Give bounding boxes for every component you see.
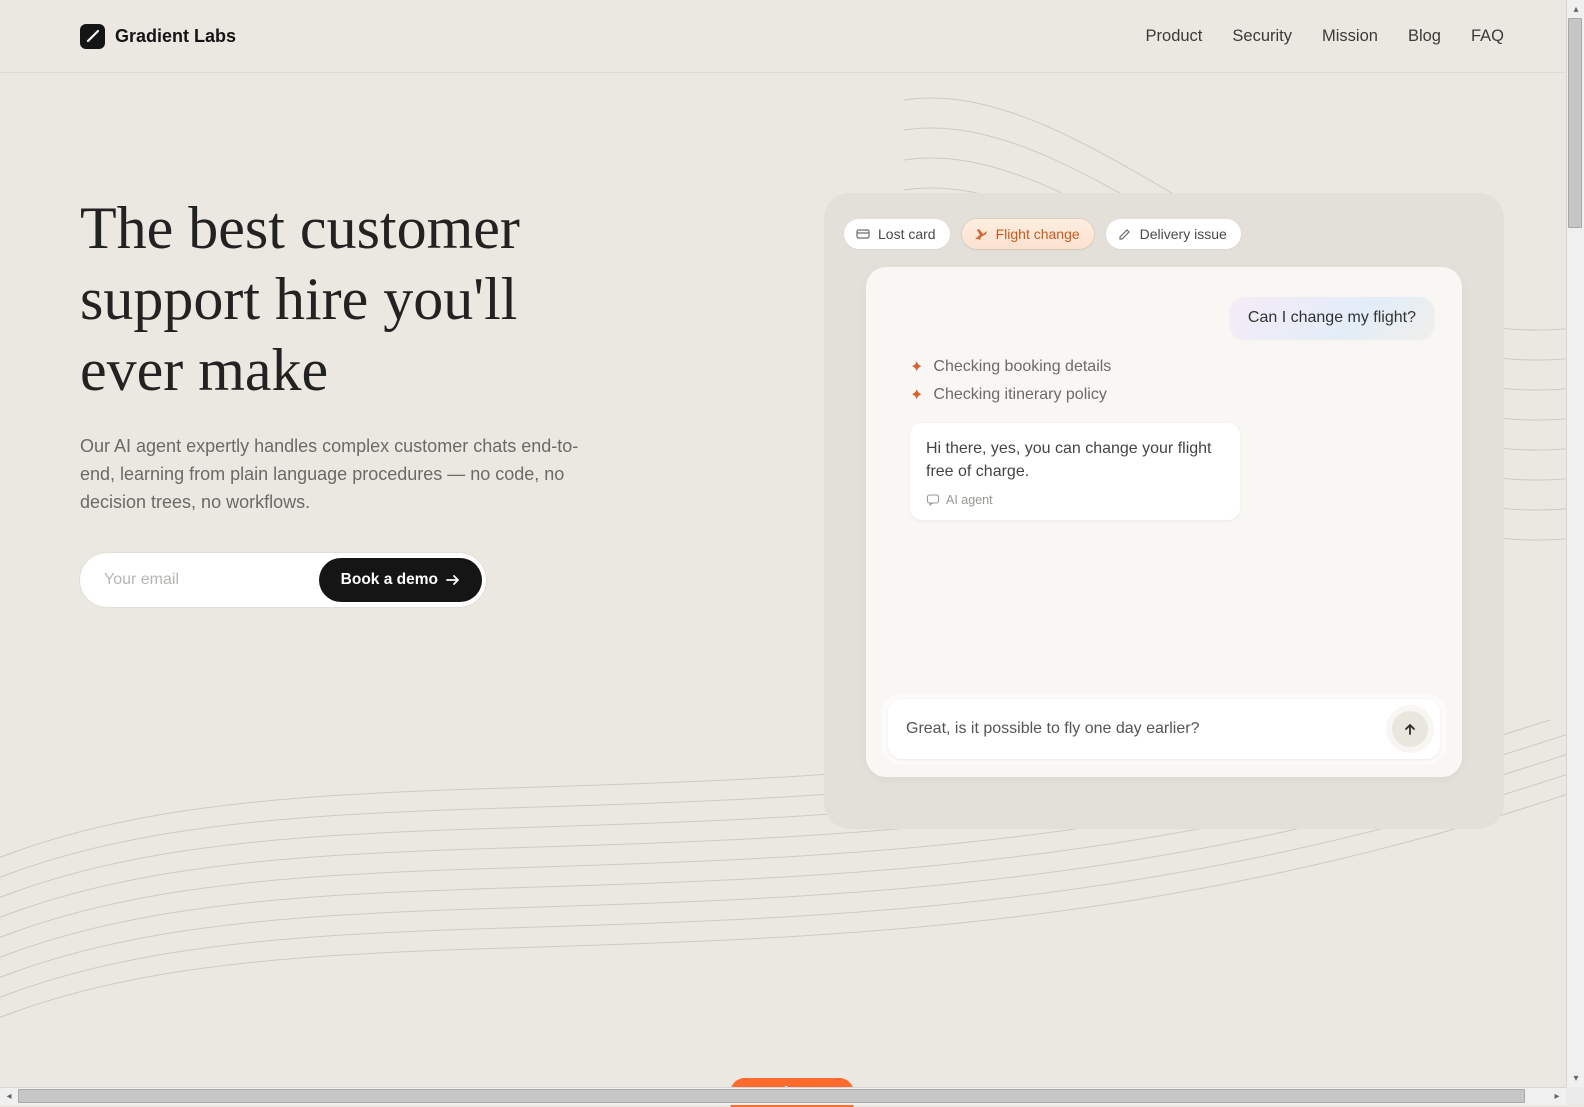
chip-delivery-issue[interactable]: Delivery issue <box>1106 219 1241 249</box>
scroll-left-arrow-icon[interactable]: ◂ <box>0 1088 18 1106</box>
status-checking-2-label: Checking itinerary policy <box>933 386 1106 404</box>
hero-title: The best customer support hire you'll ev… <box>80 193 700 405</box>
agent-message: Hi there, yes, you can change your fligh… <box>910 423 1240 520</box>
plane-icon <box>974 227 988 241</box>
nav-blog[interactable]: Blog <box>1408 27 1441 46</box>
chip-delivery-issue-label: Delivery issue <box>1140 226 1227 242</box>
arrow-right-icon <box>446 574 460 586</box>
logo-icon <box>80 24 105 49</box>
send-button[interactable] <box>1392 711 1428 747</box>
email-capture: Book a demo <box>80 553 486 607</box>
sparkle-icon: ✦ <box>910 357 923 377</box>
brand[interactable]: Gradient Labs <box>80 24 236 49</box>
chip-lost-card[interactable]: Lost card <box>844 219 950 249</box>
brand-name: Gradient Labs <box>115 26 236 47</box>
chip-flight-change-label: Flight change <box>996 226 1080 242</box>
scroll-down-arrow-icon[interactable]: ▾ <box>1567 1069 1584 1087</box>
agent-message-text: Hi there, yes, you can change your fligh… <box>926 440 1212 480</box>
pen-icon <box>1118 227 1132 241</box>
hero-subtitle: Our AI agent expertly handles complex cu… <box>80 433 590 517</box>
nav-product[interactable]: Product <box>1146 27 1203 46</box>
hero-title-line2: support hire you'll <box>80 266 517 332</box>
user-message: Can I change my flight? <box>1230 297 1434 339</box>
horizontal-scroll-thumb[interactable] <box>18 1089 1525 1103</box>
nav-faq[interactable]: FAQ <box>1471 27 1504 46</box>
hero-title-line1: The best customer <box>80 195 520 261</box>
compose-bar[interactable]: Great, is it possible to fly one day ear… <box>888 699 1440 759</box>
scroll-right-arrow-icon[interactable]: ▸ <box>1548 1088 1566 1106</box>
chat-window: Can I change my flight? ✦ Checking booki… <box>866 267 1462 777</box>
main-nav: Product Security Mission Blog FAQ <box>1146 27 1504 46</box>
arrow-up-icon <box>1403 722 1417 736</box>
book-demo-button[interactable]: Book a demo <box>319 558 482 602</box>
site-header: Gradient Labs Product Security Mission B… <box>0 0 1584 73</box>
status-checking-2: ✦ Checking itinerary policy <box>910 385 1440 405</box>
scroll-up-arrow-icon[interactable]: ▴ <box>1567 0 1584 18</box>
compose-text: Great, is it possible to fly one day ear… <box>906 720 1380 738</box>
nav-security[interactable]: Security <box>1232 27 1292 46</box>
cta-label: Book a demo <box>341 571 438 589</box>
status-checking-1-label: Checking booking details <box>933 358 1111 376</box>
sparkle-icon: ✦ <box>910 385 923 405</box>
chip-flight-change[interactable]: Flight change <box>962 219 1094 249</box>
chat-demo-card: Lost card Flight change Delivery issue C… <box>824 193 1504 829</box>
nav-mission[interactable]: Mission <box>1322 27 1378 46</box>
hero-title-line3: ever make <box>80 337 328 403</box>
chip-lost-card-label: Lost card <box>878 226 936 242</box>
scrollbar-corner <box>1566 1087 1584 1105</box>
card-icon <box>856 227 870 241</box>
horizontal-scrollbar[interactable]: ◂ ▸ <box>0 1087 1566 1105</box>
vertical-scroll-track[interactable] <box>1567 18 1584 1069</box>
chat-bubble-icon <box>926 493 940 507</box>
vertical-scrollbar[interactable]: ▴ ▾ <box>1566 0 1584 1087</box>
status-checking-1: ✦ Checking booking details <box>910 357 1440 377</box>
agent-label: AI agent <box>946 491 993 509</box>
horizontal-scroll-track[interactable] <box>18 1088 1548 1106</box>
vertical-scroll-thumb[interactable] <box>1568 18 1582 228</box>
email-input[interactable] <box>104 571 319 589</box>
